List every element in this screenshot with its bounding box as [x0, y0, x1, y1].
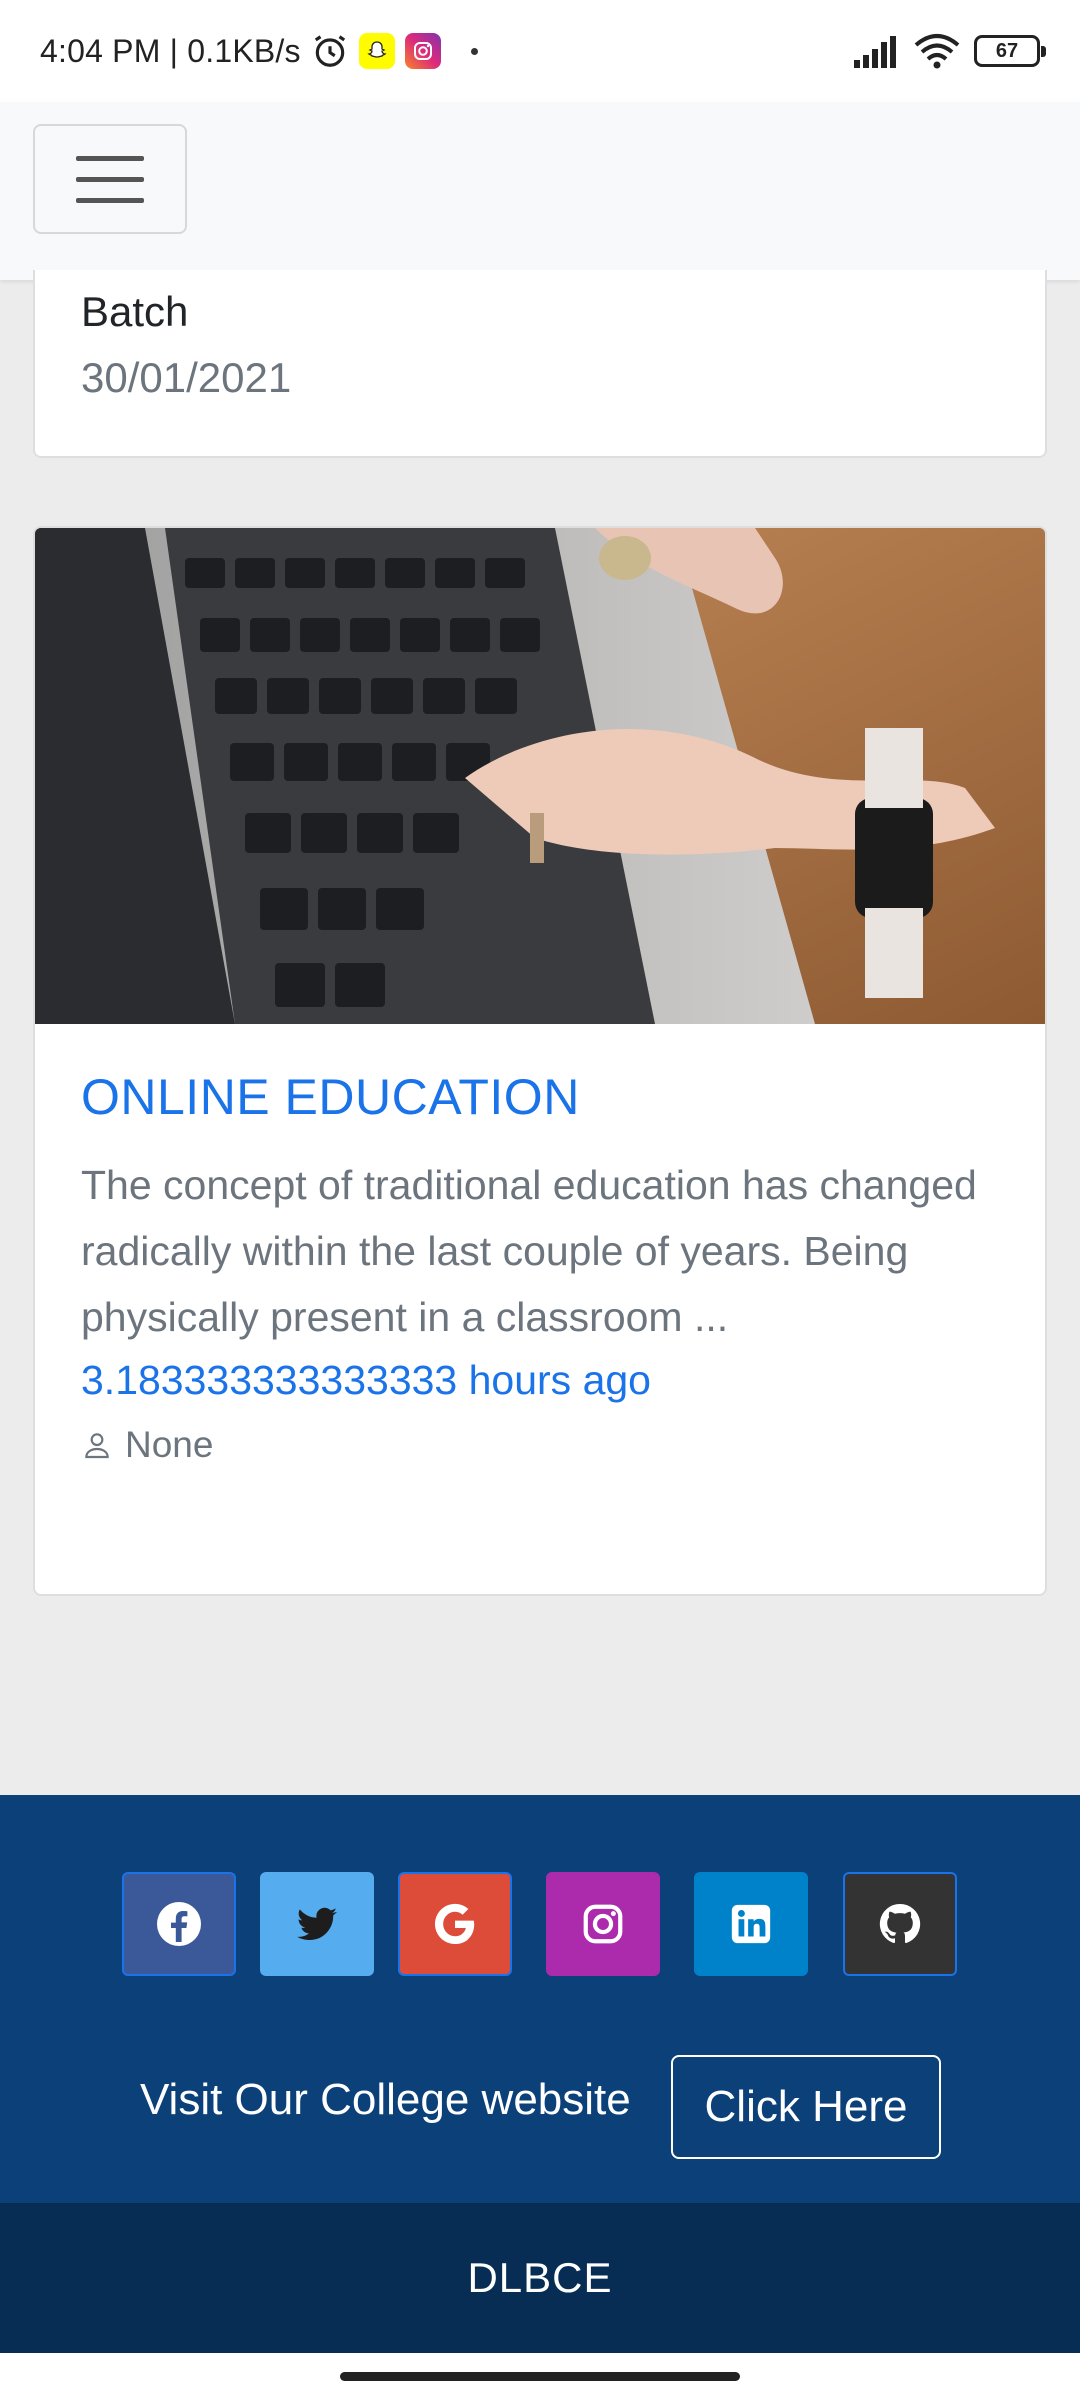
linkedin-icon [731, 1904, 771, 1944]
signal-icon [854, 36, 896, 68]
post-author-name: None [125, 1424, 214, 1465]
navbar [0, 102, 1080, 280]
batch-label: Batch [81, 288, 189, 335]
github-button[interactable] [843, 1872, 957, 1976]
more-notifications-dot [470, 47, 478, 55]
previous-post-card[interactable]: Batch 30/01/2021 [33, 270, 1047, 458]
battery-icon: 67 [974, 35, 1046, 67]
facebook-icon [157, 1902, 201, 1946]
instagram-icon [583, 1904, 623, 1944]
wifi-icon [914, 34, 960, 69]
snapchat-icon [358, 33, 395, 69]
brand-text: DLBCE [467, 2254, 613, 2301]
hamburger-line [76, 197, 144, 203]
google-icon [434, 1903, 475, 1944]
linkedin-button[interactable] [694, 1872, 808, 1976]
facebook-button[interactable] [122, 1872, 236, 1976]
post-title[interactable]: ONLINE EDUCATION [81, 1068, 1021, 1126]
footer: Visit Our College website Click Here [0, 1795, 1080, 2203]
google-button[interactable] [398, 1872, 512, 1976]
post-time-ago: 3.183333333333333 hours ago [81, 1357, 651, 1403]
hamburger-line [76, 176, 144, 182]
copyright-bar: DLBCE [0, 2203, 1080, 2353]
person-icon [85, 1433, 109, 1459]
post-excerpt: The concept of traditional education has… [81, 1162, 977, 1340]
github-icon [879, 1903, 921, 1944]
twitter-button[interactable] [260, 1872, 374, 1976]
post-card[interactable]: ONLINE EDUCATION The concept of traditio… [33, 526, 1047, 1596]
status-notification-icons [311, 32, 478, 70]
visit-college-text: Visit Our College website [140, 2075, 631, 2124]
status-bar: 4:04 PM | 0.1KB/s 67 [0, 0, 1080, 102]
instagram-button[interactable] [546, 1872, 660, 1976]
post-author: None [81, 1424, 1021, 1466]
batch-date: 30/01/2021 [81, 354, 292, 401]
twitter-icon [297, 1907, 337, 1941]
battery-level: 67 [995, 39, 1019, 62]
menu-toggle-button[interactable] [33, 124, 187, 234]
status-time-speed: 4:04 PM | 0.1KB/s [40, 32, 301, 69]
laptop-typing-illustration [35, 528, 1045, 1024]
home-indicator[interactable] [340, 2372, 740, 2381]
click-here-button[interactable]: Click Here [671, 2055, 941, 2159]
hamburger-line [76, 155, 144, 161]
post-card-body: ONLINE EDUCATION The concept of traditio… [81, 1068, 1021, 1466]
post-image[interactable] [35, 528, 1045, 1024]
status-system-icons: 67 [852, 33, 1046, 69]
alarm-icon [314, 35, 345, 67]
instagram-notification-icon [404, 33, 441, 69]
